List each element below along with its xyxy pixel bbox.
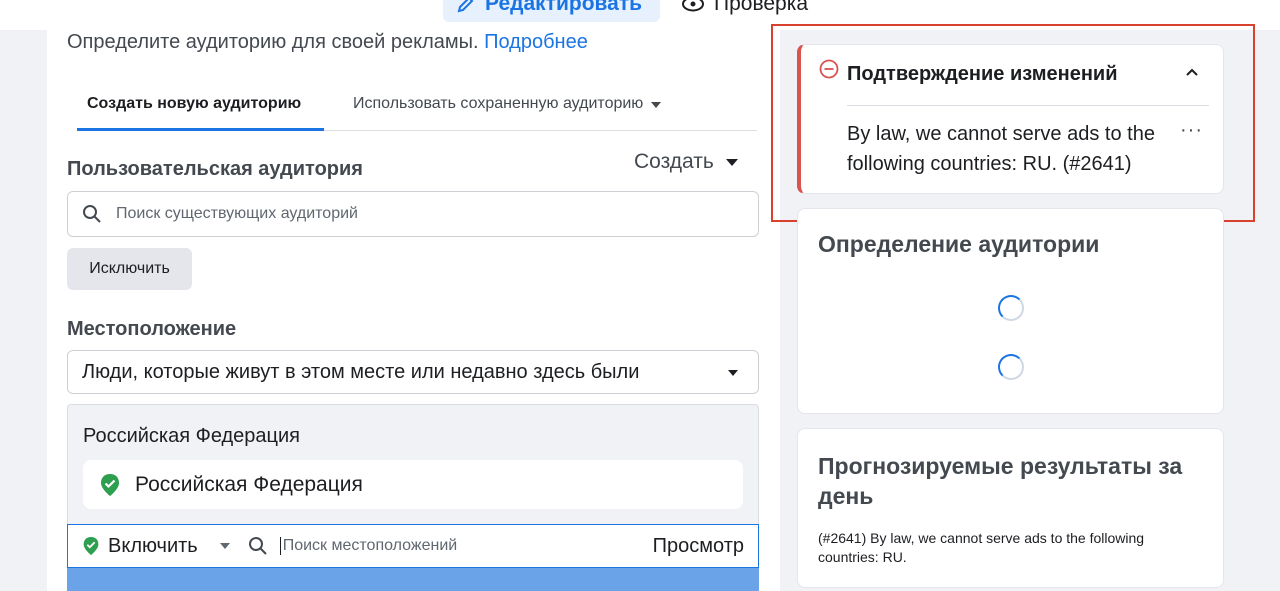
eye-icon: [682, 0, 704, 12]
tab-use-saved-audience-label: Использовать сохраненную аудиторию: [353, 95, 644, 112]
tab-create-new-audience-label: Создать новую аудиторию: [87, 95, 302, 112]
create-audience-button[interactable]: Создать: [634, 150, 738, 174]
location-map[interactable]: [67, 568, 759, 591]
caret-down-icon: [651, 102, 662, 108]
location-chip[interactable]: Российская Федерация: [83, 460, 743, 509]
location-title: Местоположение: [67, 318, 237, 340]
create-audience-label: Создать: [634, 150, 714, 173]
location-type-select[interactable]: Люди, которые живут в этом месте или нед…: [67, 350, 759, 394]
audience-definition-card: Определение аудитории: [797, 208, 1224, 414]
location-chip-label: Российская Федерация: [135, 472, 363, 496]
location-pin-check-icon: [101, 473, 119, 496]
location-search-bar: Включить Поиск местоположений Просмотр: [67, 524, 759, 568]
audience-definition-title: Определение аудитории: [818, 231, 1100, 257]
search-icon: [83, 205, 101, 223]
audience-search-placeholder: Поиск существующих аудиторий: [116, 205, 358, 222]
caret-down-icon: [725, 158, 738, 166]
learn-more-link[interactable]: Подробнее: [484, 31, 588, 53]
caret-down-icon: [219, 543, 230, 549]
audience-intro: Определите аудиторию для своей рекламы. …: [67, 30, 588, 54]
review-button[interactable]: Проверка: [682, 0, 808, 22]
exclude-button[interactable]: Исключить: [67, 248, 192, 290]
pencil-icon: [457, 0, 474, 13]
audience-search-input[interactable]: Поиск существующих аудиторий: [67, 191, 759, 237]
highlight-frame: [771, 24, 1255, 222]
location-search-input[interactable]: Поиск местоположений: [279, 537, 457, 555]
exclude-button-label: Исключить: [89, 260, 170, 277]
location-panel-header: Российская Федерация: [83, 425, 301, 447]
audience-intro-text: Определите аудиторию для своей рекламы.: [67, 31, 479, 53]
estimated-results-title: Прогнозируемые результаты за день: [818, 453, 1183, 509]
estimated-results-message: (#2641) By law, we cannot serve ads to t…: [818, 530, 1145, 565]
tab-use-saved-audience[interactable]: Использовать сохраненную аудиторию: [353, 93, 662, 131]
custom-audience-title: Пользовательская аудитория: [67, 158, 363, 180]
tab-create-new-audience[interactable]: Создать новую аудиторию: [77, 93, 324, 131]
review-button-label: Проверка: [714, 0, 809, 15]
include-label: Включить: [108, 534, 198, 557]
edit-button[interactable]: Редактировать: [443, 0, 660, 22]
estimated-results-card: Прогнозируемые результаты за день (#2641…: [797, 428, 1224, 588]
loading-spinner-icon: [998, 354, 1024, 380]
audience-tabs: Создать новую аудиторию Использовать сох…: [77, 85, 757, 131]
loading-spinner-icon: [998, 295, 1024, 321]
search-icon: [248, 537, 267, 555]
preview-button[interactable]: Просмотр: [653, 535, 744, 558]
location-pin-check-icon: [83, 537, 99, 555]
edit-button-label: Редактировать: [485, 0, 643, 15]
location-type-value: Люди, которые живут в этом месте или нед…: [82, 360, 640, 383]
location-panel: Российская Федерация Российская Федераци…: [67, 404, 759, 591]
caret-down-icon: [728, 370, 738, 376]
audience-editor-panel: Определите аудиторию для своей рекламы. …: [47, 30, 780, 591]
include-dropdown[interactable]: Включить: [82, 535, 230, 558]
